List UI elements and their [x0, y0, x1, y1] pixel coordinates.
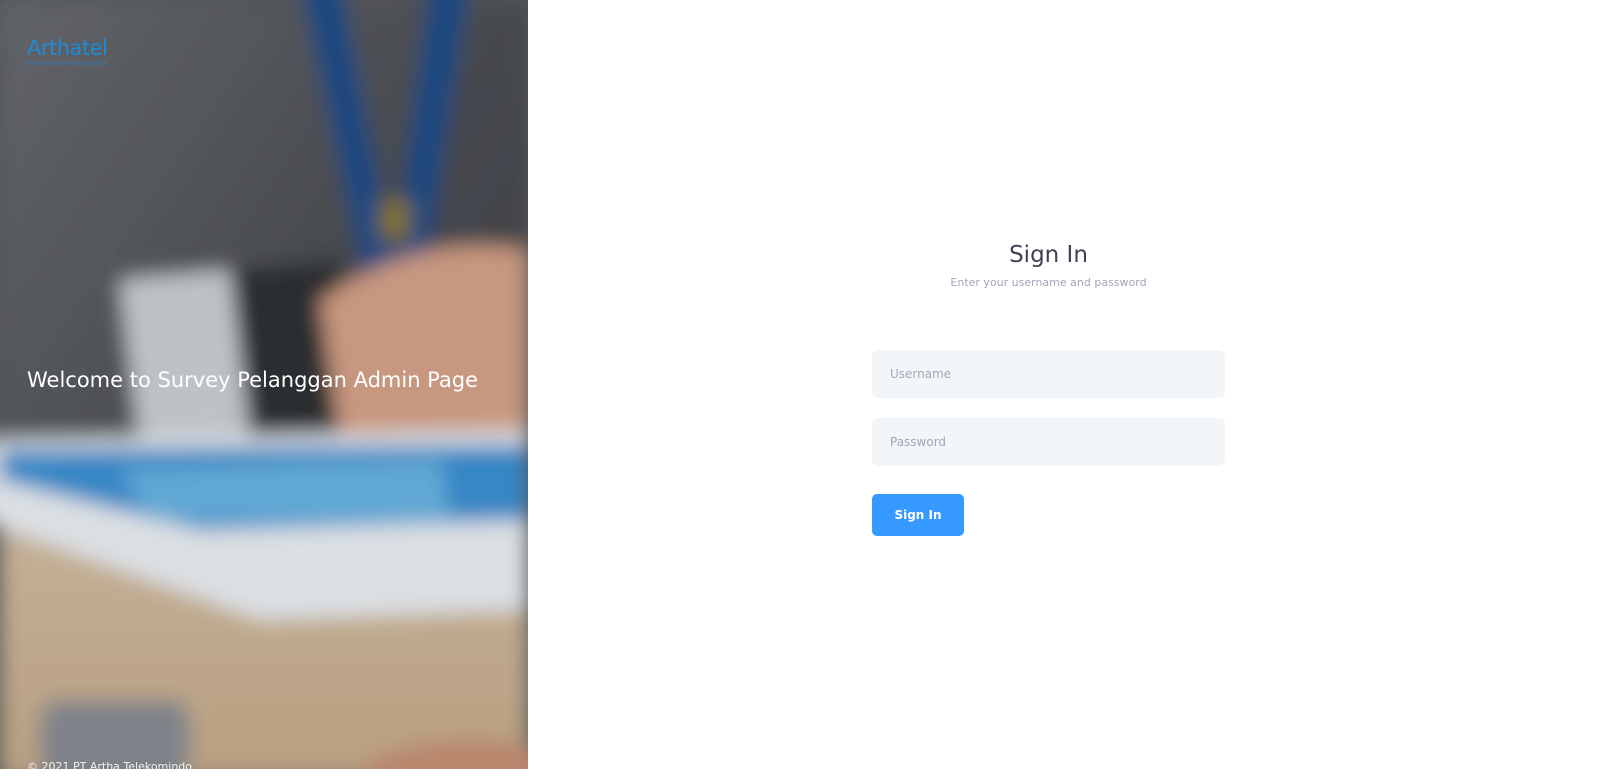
signin-button[interactable]: Sign In [872, 494, 964, 536]
signin-panel: Sign In Enter your username and password… [528, 0, 1597, 769]
brand-logo: Arthatel NETWORK SOLUTIONS SECURED [27, 36, 127, 67]
brand-name: Arthatel [27, 36, 108, 60]
bottom-strip [0, 769, 1597, 783]
signin-header: Sign In Enter your username and password [872, 240, 1225, 290]
hero-panel: Arthatel NETWORK SOLUTIONS SECURED Welco… [0, 0, 528, 769]
brand-tagline: NETWORK SOLUTIONS SECURED [27, 61, 108, 66]
signin-title: Sign In [1009, 242, 1088, 268]
login-page: Arthatel NETWORK SOLUTIONS SECURED Welco… [0, 0, 1597, 783]
hero-title: Welcome to Survey Pelanggan Admin Page [27, 368, 479, 392]
username-input[interactable] [872, 350, 1225, 398]
signin-subtitle: Enter your username and password [950, 276, 1147, 289]
hero-copyright: © 2021 PT Artha Telekomindo [27, 760, 193, 769]
password-input[interactable] [872, 418, 1225, 466]
